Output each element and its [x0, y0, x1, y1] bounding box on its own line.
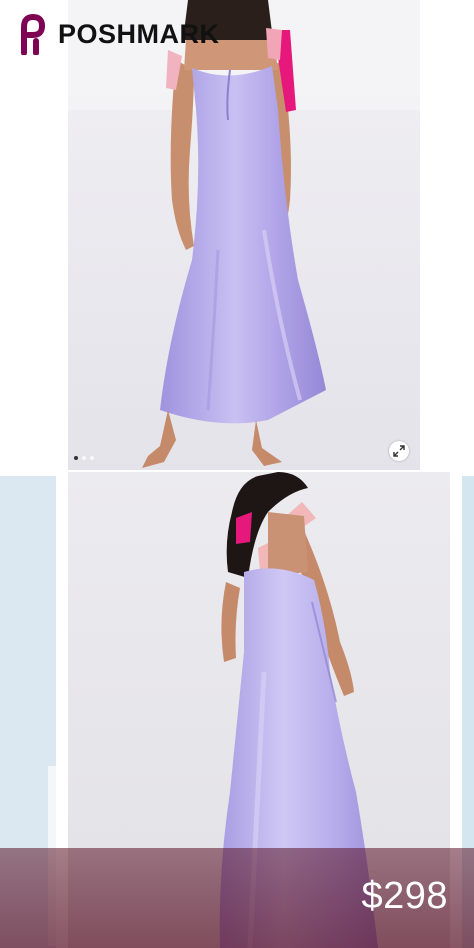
product-photo-primary[interactable]	[68, 0, 420, 470]
dress-front-illustration	[68, 0, 420, 470]
expand-icon	[393, 445, 405, 457]
poshmark-logo[interactable]: POSHMARK	[14, 12, 220, 56]
brand-name: POSHMARK	[58, 18, 220, 49]
carousel-dot[interactable]	[74, 456, 78, 460]
carousel-indicator	[74, 456, 94, 460]
listing-price[interactable]: $298	[361, 875, 448, 918]
poshmark-logo-icon	[21, 13, 46, 55]
expand-button[interactable]	[389, 441, 409, 461]
carousel-dot[interactable]	[90, 456, 94, 460]
carousel-dot[interactable]	[82, 456, 86, 460]
